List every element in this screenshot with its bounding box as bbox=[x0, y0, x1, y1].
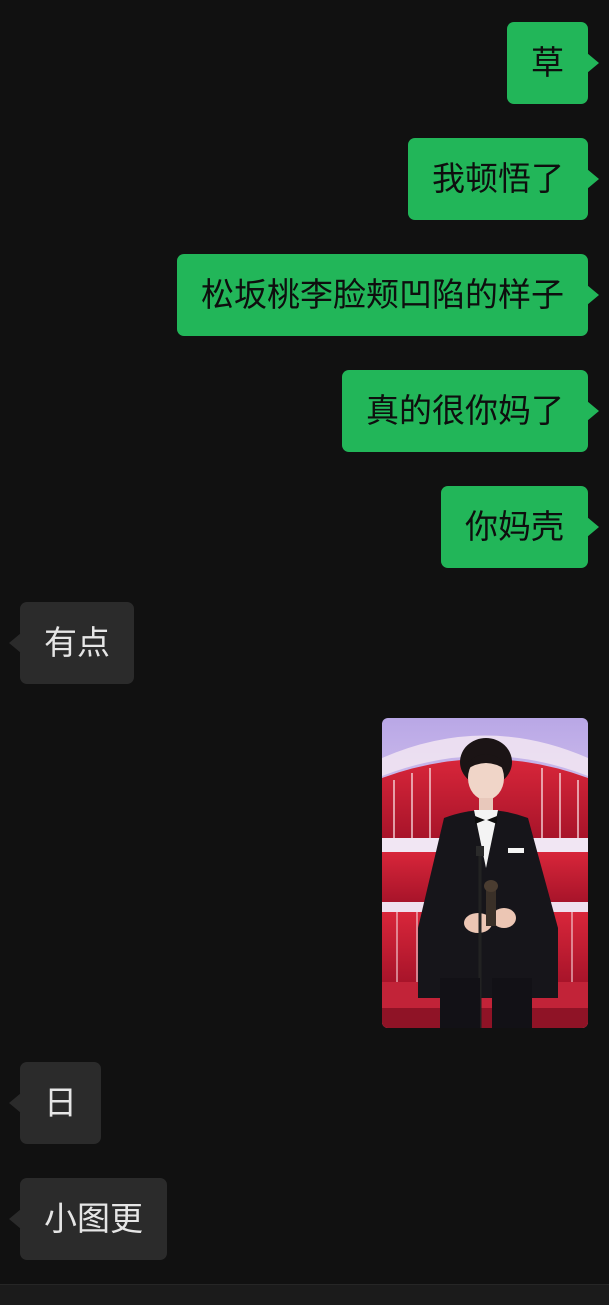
message-text: 你妈壳 bbox=[465, 507, 564, 546]
incoming-message-bubble[interactable]: 日 bbox=[9, 1062, 101, 1144]
message-text: 松坂桃李脸颊凹陷的样子 bbox=[201, 275, 564, 314]
outgoing-message-bubble[interactable]: 你妈壳 bbox=[441, 486, 599, 568]
incoming-message-bubble[interactable]: 小图更 bbox=[9, 1178, 167, 1260]
outgoing-message-bubble[interactable]: 真的很你妈了 bbox=[342, 370, 599, 452]
input-bar-edge bbox=[0, 1284, 609, 1305]
outgoing-message-bubble[interactable]: 松坂桃李脸颊凹陷的样子 bbox=[177, 254, 599, 336]
image-message[interactable] bbox=[382, 718, 588, 1028]
outgoing-message-bubble[interactable]: 我顿悟了 bbox=[408, 138, 599, 220]
chat-message-list[interactable]: 草 我顿悟了 松坂桃李脸颊凹陷的样子 真的很你妈了 你妈壳 有点 日 小图更 bbox=[0, 0, 609, 1305]
message-text: 小图更 bbox=[44, 1199, 143, 1238]
message-text: 真的很你妈了 bbox=[366, 391, 564, 430]
message-text: 有点 bbox=[44, 623, 110, 662]
photo-man-in-tuxedo bbox=[382, 718, 588, 1028]
message-text: 日 bbox=[44, 1083, 77, 1122]
outgoing-message-bubble[interactable]: 草 bbox=[507, 22, 599, 104]
message-text: 我顿悟了 bbox=[432, 159, 564, 198]
incoming-message-bubble[interactable]: 有点 bbox=[9, 602, 134, 684]
message-text: 草 bbox=[531, 43, 564, 82]
